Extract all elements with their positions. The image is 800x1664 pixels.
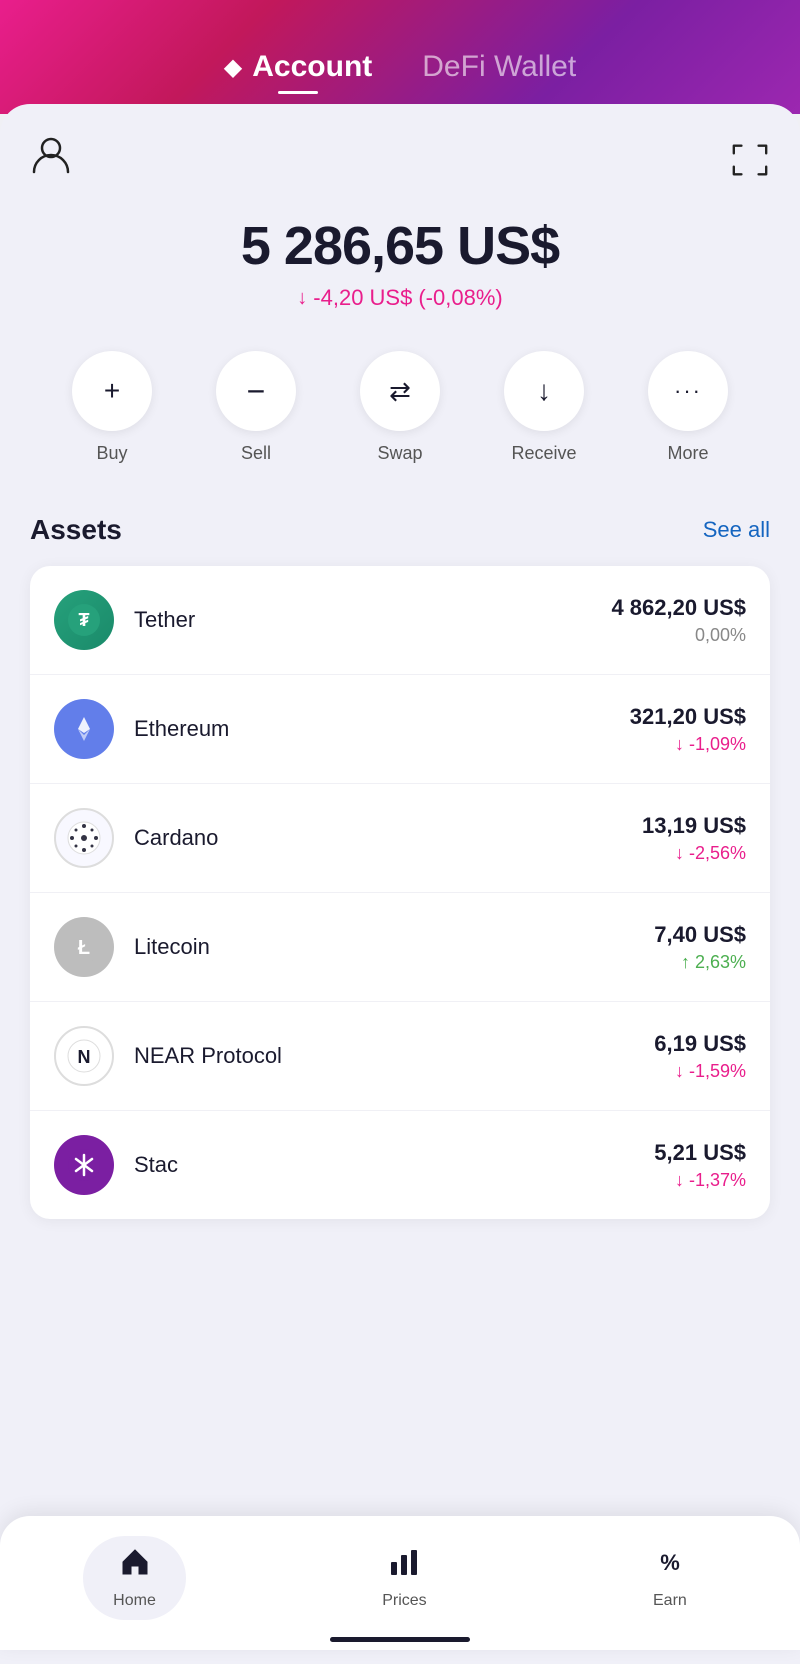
litecoin-change-arrow: ↑ (681, 952, 695, 972)
more-label: More (667, 443, 708, 464)
top-icons-row (30, 134, 770, 185)
earn-label: Earn (653, 1592, 687, 1610)
cardano-value-section: 13,19 US$ ↓ -2,56% (642, 813, 746, 864)
swap-button[interactable]: ⇄ Swap (360, 351, 440, 464)
stac-icon (54, 1135, 114, 1195)
tether-icon: ₮ (54, 590, 114, 650)
account-tab[interactable]: ◆ Account (224, 50, 372, 84)
change-pct: (-0,08%) (418, 285, 502, 311)
ethereum-value: 321,20 US$ (630, 704, 746, 730)
svg-text:Ł: Ł (78, 937, 90, 959)
user-icon[interactable] (30, 134, 72, 185)
near-change: ↓ -1,59% (654, 1061, 746, 1082)
cardano-change-arrow: ↓ (675, 843, 689, 863)
near-change-arrow: ↓ (675, 1061, 689, 1081)
cardano-value: 13,19 US$ (642, 813, 746, 839)
home-icon (119, 1546, 151, 1586)
nav-home[interactable]: Home (83, 1536, 186, 1620)
tether-name: Tether (134, 607, 611, 633)
bottom-nav: Home Prices % Earn (0, 1516, 800, 1650)
action-buttons: + Buy − Sell ⇄ Swap ↓ Receive ··· M (30, 351, 770, 464)
sell-label: Sell (241, 443, 271, 464)
cardano-change: ↓ -2,56% (642, 843, 746, 864)
buy-icon-circle: + (72, 351, 152, 431)
swap-label: Swap (377, 443, 422, 464)
litecoin-icon: Ł (54, 917, 114, 977)
scan-icon[interactable] (730, 140, 770, 180)
header: ◆ Account DeFi Wallet (0, 0, 800, 114)
defi-tab[interactable]: DeFi Wallet (422, 50, 576, 84)
asset-item-stac[interactable]: Stac 5,21 US$ ↓ -1,37% (30, 1111, 770, 1219)
ethereum-name: Ethereum (134, 716, 630, 742)
sell-icon: − (247, 373, 266, 410)
swap-icon-circle: ⇄ (360, 351, 440, 431)
earn-icon: % (654, 1546, 686, 1586)
nav-earn[interactable]: % Earn (623, 1536, 717, 1620)
bottom-indicator (330, 1637, 470, 1642)
litecoin-value-section: 7,40 US$ ↑ 2,63% (654, 922, 746, 973)
litecoin-name: Litecoin (134, 934, 654, 960)
asset-item-litecoin[interactable]: Ł Litecoin 7,40 US$ ↑ 2,63% (30, 893, 770, 1002)
svg-text:Ν: Ν (78, 1047, 91, 1067)
diamond-icon: ◆ (224, 53, 242, 82)
prices-label: Prices (382, 1592, 426, 1610)
more-icon: ··· (674, 378, 702, 404)
more-button[interactable]: ··· More (648, 351, 728, 464)
assets-header: Assets See all (30, 514, 770, 546)
litecoin-change: ↑ 2,63% (654, 952, 746, 973)
change-value: -4,20 US$ (313, 285, 412, 311)
change-arrow-icon: ↓ (297, 287, 307, 310)
ethereum-change: ↓ -1,09% (630, 734, 746, 755)
receive-icon-circle: ↓ (504, 351, 584, 431)
tether-value-section: 4 862,20 US$ 0,00% (611, 595, 746, 646)
nav-prices[interactable]: Prices (352, 1536, 456, 1620)
main-content: 5 286,65 US$ ↓ -4,20 US$ (-0,08%) + Buy … (0, 104, 800, 1664)
receive-label: Receive (511, 443, 576, 464)
tether-change: 0,00% (611, 625, 746, 646)
active-underline (278, 91, 318, 94)
account-tab-label: Account (252, 50, 372, 84)
stac-value: 5,21 US$ (654, 1140, 746, 1166)
cardano-name: Cardano (134, 825, 642, 851)
ethereum-icon (54, 699, 114, 759)
swap-icon: ⇄ (389, 376, 411, 407)
prices-icon (388, 1546, 420, 1586)
stac-value-section: 5,21 US$ ↓ -1,37% (654, 1140, 746, 1191)
balance-section: 5 286,65 US$ ↓ -4,20 US$ (-0,08%) (30, 215, 770, 311)
buy-icon: + (104, 375, 120, 407)
see-all-button[interactable]: See all (703, 517, 770, 543)
sell-button[interactable]: − Sell (216, 351, 296, 464)
more-icon-circle: ··· (648, 351, 728, 431)
home-label: Home (113, 1592, 156, 1610)
balance-amount: 5 286,65 US$ (30, 215, 770, 277)
cardano-icon (54, 808, 114, 868)
assets-list: ₮ Tether 4 862,20 US$ 0,00% (30, 566, 770, 1219)
svg-text:₮: ₮ (79, 610, 90, 630)
defi-tab-label: DeFi Wallet (422, 50, 576, 84)
tether-value: 4 862,20 US$ (611, 595, 746, 621)
buy-label: Buy (96, 443, 127, 464)
assets-title: Assets (30, 514, 122, 546)
asset-item-tether[interactable]: ₮ Tether 4 862,20 US$ 0,00% (30, 566, 770, 675)
buy-button[interactable]: + Buy (72, 351, 152, 464)
asset-item-cardano[interactable]: Cardano 13,19 US$ ↓ -2,56% (30, 784, 770, 893)
balance-change: ↓ -4,20 US$ (-0,08%) (30, 285, 770, 311)
svg-text:%: % (660, 1550, 680, 1575)
receive-button[interactable]: ↓ Receive (504, 351, 584, 464)
litecoin-value: 7,40 US$ (654, 922, 746, 948)
near-value-section: 6,19 US$ ↓ -1,59% (654, 1031, 746, 1082)
stac-change-arrow: ↓ (675, 1170, 689, 1190)
asset-item-ethereum[interactable]: Ethereum 321,20 US$ ↓ -1,09% (30, 675, 770, 784)
near-value: 6,19 US$ (654, 1031, 746, 1057)
sell-icon-circle: − (216, 351, 296, 431)
near-icon: Ν (54, 1026, 114, 1086)
ethereum-change-arrow: ↓ (675, 734, 689, 754)
receive-icon: ↓ (537, 375, 551, 407)
assets-section: Assets See all ₮ Tether 4 862,20 US$ 0,0… (30, 514, 770, 1219)
stac-change: ↓ -1,37% (654, 1170, 746, 1191)
asset-item-near[interactable]: Ν NEAR Protocol 6,19 US$ ↓ -1,59% (30, 1002, 770, 1111)
near-name: NEAR Protocol (134, 1043, 654, 1069)
ethereum-value-section: 321,20 US$ ↓ -1,09% (630, 704, 746, 755)
stac-name: Stac (134, 1152, 654, 1178)
